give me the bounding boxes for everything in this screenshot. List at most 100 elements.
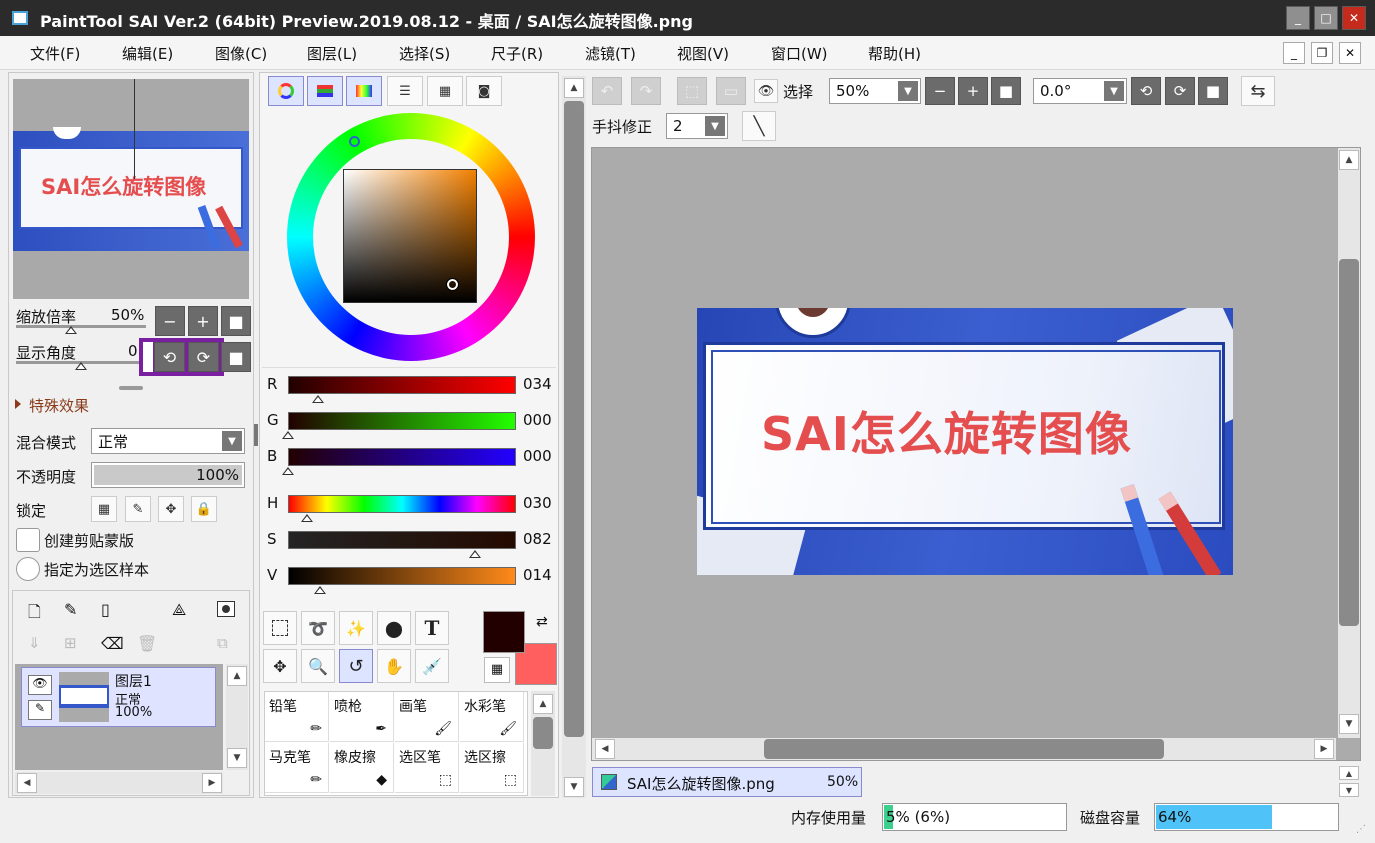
layer-row[interactable]: 👁 ✎ 图层1 正常 100%	[21, 667, 216, 727]
menu-window[interactable]: 窗口(W)	[771, 43, 828, 64]
brush-marker[interactable]: 马克笔 ✏	[265, 743, 329, 793]
straight-line-button[interactable]: ╲	[742, 111, 776, 141]
canvas-scroll-down[interactable]: ▼	[1339, 714, 1359, 734]
menu-view[interactable]: 视图(V)	[677, 43, 729, 64]
effects-expand-icon[interactable]	[15, 399, 21, 409]
add-layer-icon[interactable]: ⊞	[64, 634, 77, 652]
doc-tabs-scroll-up[interactable]: ▲	[1339, 766, 1359, 780]
layer-hscrollbar[interactable]	[15, 772, 223, 794]
brush-selection-pen[interactable]: 选区笔 ⬚	[395, 743, 459, 793]
lock-paint-button[interactable]: ✎	[125, 496, 151, 522]
hsv-slider-tab[interactable]	[346, 76, 382, 106]
undo-button[interactable]: ↶	[592, 77, 622, 105]
brush-watercolor[interactable]: 水彩笔 🖌	[460, 692, 524, 742]
red-slider-handle[interactable]	[312, 395, 325, 403]
swatch-tab[interactable]: ☰	[387, 76, 423, 106]
red-slider[interactable]	[288, 376, 516, 394]
delete-layer-icon[interactable]: 🗑	[137, 634, 157, 653]
canvas-zoom-in-button[interactable]: +	[958, 77, 988, 105]
layer-scroll-up[interactable]: ▲	[227, 666, 247, 686]
menu-filter[interactable]: 滤镜(T)	[585, 43, 636, 64]
value-value[interactable]: 014	[523, 566, 552, 584]
menu-layer[interactable]: 图层(L)	[307, 43, 357, 64]
lock-move-button[interactable]: ✥	[158, 496, 184, 522]
document-tab[interactable]: SAI怎么旋转图像.png 50%	[592, 767, 862, 797]
hue-value[interactable]: 030	[523, 494, 552, 512]
brush-pencil[interactable]: 铅笔 ✏	[265, 692, 329, 742]
menu-select[interactable]: 选择(S)	[399, 43, 450, 64]
visibility-eye-icon[interactable]: 👁	[28, 675, 52, 695]
new-layer-icon[interactable]: 🗋	[28, 601, 41, 628]
scratchpad-tab[interactable]: ▦	[427, 76, 463, 106]
layer-effect-icon[interactable]: ⟁	[172, 600, 186, 620]
new-vector-layer-icon[interactable]: ✎	[64, 600, 77, 619]
saturation-value[interactable]: 082	[523, 530, 552, 548]
blend-mode-select[interactable]: 正常 ▼	[91, 428, 245, 454]
deselect-button[interactable]: ⬚	[677, 77, 707, 105]
eyedropper-tool[interactable]: 💉	[415, 649, 449, 683]
doc-restore-button[interactable]: ❐	[1311, 42, 1333, 64]
brush-brush[interactable]: 画笔 🖌	[395, 692, 459, 742]
green-value[interactable]: 000	[523, 411, 552, 429]
clip-mask-checkbox[interactable]	[16, 528, 40, 552]
red-value[interactable]: 034	[523, 375, 552, 393]
saturation-slider-handle[interactable]	[468, 550, 481, 558]
resize-grip-icon[interactable]: ⋰	[1356, 824, 1366, 835]
canvas-zoom-reset-button[interactable]: ■	[991, 77, 1021, 105]
rotate-ccw-button[interactable]: ⟲	[154, 342, 185, 372]
selection-sample-checkbox[interactable]	[16, 557, 40, 581]
canvas-artwork[interactable]: SAI怎么旋转图像	[697, 308, 1233, 575]
hue-slider-handle[interactable]	[300, 514, 313, 522]
hand-tool[interactable]: ✋	[377, 649, 411, 683]
swap-colors-icon[interactable]: ⇄	[536, 614, 548, 630]
layer-edit-icon[interactable]: ✎	[28, 700, 52, 720]
opacity-slider[interactable]: 100%	[91, 462, 245, 488]
menu-image[interactable]: 图像(C)	[215, 43, 267, 64]
brush-airbrush[interactable]: 喷枪 ✒	[330, 692, 394, 742]
canvas-vscroll-thumb[interactable]	[1339, 259, 1359, 626]
value-slider-handle[interactable]	[313, 586, 326, 594]
rect-select-tool[interactable]	[263, 611, 297, 645]
rotate-tool[interactable]: ↺	[339, 649, 373, 683]
merge-down-icon[interactable]: ⇓	[28, 634, 41, 652]
close-button[interactable]: ✕	[1342, 6, 1366, 30]
effects-label[interactable]: 特殊效果	[29, 395, 89, 416]
redo-button[interactable]: ↷	[631, 77, 661, 105]
zoom-in-button[interactable]: +	[188, 306, 218, 336]
foreground-color-swatch[interactable]	[483, 611, 525, 653]
zoom-tool[interactable]: 🔍	[301, 649, 335, 683]
layer-scroll-right[interactable]: ▶	[202, 773, 222, 793]
canvas-rotate-reset-button[interactable]: ■	[1198, 77, 1228, 105]
shape-tool[interactable]: ⬤	[377, 611, 411, 645]
menu-help[interactable]: 帮助(H)	[868, 43, 921, 64]
blue-slider[interactable]	[288, 448, 516, 466]
green-slider[interactable]	[288, 412, 516, 430]
zoom-slider-handle[interactable]	[65, 326, 77, 334]
canvas-zoom-select[interactable]: 50% ▼	[829, 78, 921, 104]
angle-slider-handle[interactable]	[75, 362, 87, 370]
canvas-scroll-right[interactable]: ▶	[1314, 739, 1334, 759]
menu-file[interactable]: 文件(F)	[30, 43, 80, 64]
clear-layer-icon[interactable]: ⌫	[101, 634, 124, 653]
doc-tabs-scroll-down[interactable]: ▼	[1339, 783, 1359, 797]
menu-ruler[interactable]: 尺子(R)	[491, 43, 543, 64]
zoom-out-button[interactable]: −	[155, 306, 185, 336]
value-slider[interactable]	[288, 567, 516, 585]
doc-close-button[interactable]: ✕	[1339, 42, 1361, 64]
doc-minimize-button[interactable]: _	[1283, 42, 1305, 64]
layer-mask-icon[interactable]	[217, 601, 235, 617]
lasso-tool[interactable]: ➰	[301, 611, 335, 645]
rotate-cw-button[interactable]: ⟳	[188, 342, 219, 372]
layer-scroll-left[interactable]: ◀	[17, 773, 37, 793]
menu-edit[interactable]: 编辑(E)	[122, 43, 173, 64]
canvas-scroll-up[interactable]: ▲	[1339, 150, 1359, 170]
zoom-reset-button[interactable]: ■	[221, 306, 251, 336]
minimize-button[interactable]: _	[1286, 6, 1310, 30]
canvas-angle-select[interactable]: 0.0° ▼	[1033, 78, 1127, 104]
move-tool[interactable]: ✥	[263, 649, 297, 683]
flip-horizontal-button[interactable]: ⇆	[1241, 76, 1275, 106]
magic-wand-tool[interactable]: ✨	[339, 611, 373, 645]
lock-transparency-button[interactable]: ▦	[91, 496, 117, 522]
color-scroll-up[interactable]: ▲	[564, 78, 584, 98]
new-folder-icon[interactable]: ▯	[101, 600, 110, 619]
